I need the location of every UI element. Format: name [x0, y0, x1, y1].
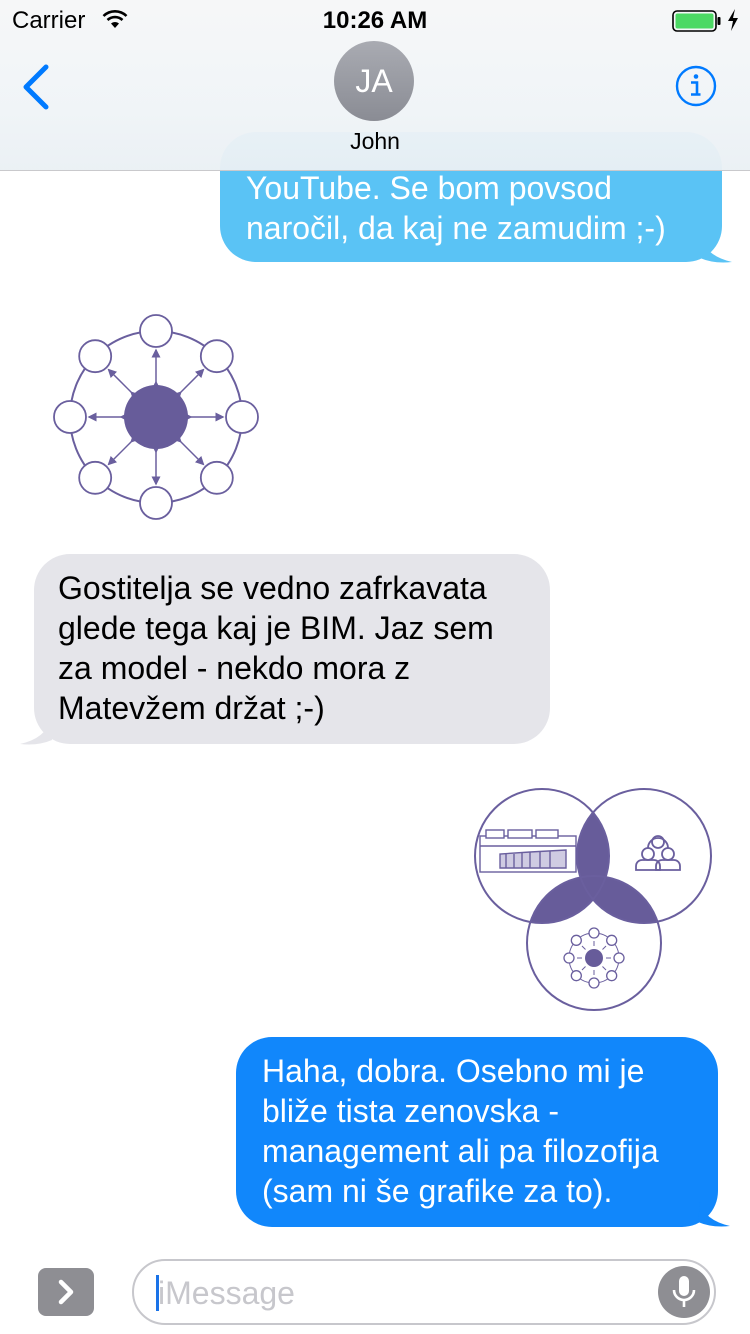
- network-node: [606, 970, 618, 982]
- bubble-tail: [20, 720, 52, 745]
- network-node: [199, 460, 234, 495]
- message-input-placeholder: iMessage: [158, 1275, 295, 1311]
- message-text: Gostitelja se vedno zafrkavata glede teg…: [58, 570, 494, 726]
- network-node: [570, 970, 582, 982]
- network-spoke: [107, 368, 140, 401]
- network-node: [53, 400, 87, 434]
- contact-avatar[interactable]: JA: [334, 41, 414, 121]
- message-text: YouTube. Se bom povsod naročil, da kaj n…: [246, 170, 666, 246]
- bubble-tail: [700, 238, 732, 263]
- mini-network-hub: [585, 949, 603, 967]
- network-node: [139, 486, 173, 520]
- network-node: [78, 339, 113, 374]
- outgoing-message-bubble[interactable]: Haha, dobra. Osebno mi je bliže tista ze…: [236, 1037, 718, 1227]
- network-spoke: [602, 966, 607, 971]
- network-node: [570, 934, 582, 946]
- people-icon: [635, 835, 681, 871]
- clock: 10:26 AM: [322, 7, 428, 34]
- chevron-right-icon: [58, 1279, 74, 1305]
- network-node: [139, 314, 173, 348]
- message-text: Haha, dobra. Osebno mi je bliže tista ze…: [262, 1053, 659, 1209]
- network-node: [199, 339, 234, 374]
- microphone-icon[interactable]: [652, 1260, 716, 1324]
- chevron-left-icon[interactable]: [20, 64, 50, 110]
- contact-name[interactable]: John: [0, 128, 750, 155]
- charging-bolt-icon: [728, 9, 738, 31]
- network-node: [225, 400, 259, 434]
- network-spoke: [172, 433, 205, 466]
- network-node: [78, 460, 113, 495]
- status-bar: Carrier 10:26 AM: [0, 0, 750, 40]
- network-hub: [124, 385, 188, 449]
- network-diagram-image[interactable]: [52, 314, 262, 520]
- message-thread[interactable]: YouTube. Se bom povsod naročil, da kaj n…: [0, 0, 750, 1250]
- venn-diagram-image[interactable]: [470, 784, 716, 1016]
- network-spoke: [172, 368, 205, 401]
- info-icon[interactable]: [674, 64, 718, 108]
- network-node: [563, 952, 575, 964]
- network-node: [606, 934, 618, 946]
- expand-apps-button[interactable]: [38, 1268, 94, 1316]
- avatar-initials: JA: [355, 63, 393, 99]
- battery-icon: [672, 10, 721, 32]
- compose-bar: iMessage: [0, 1250, 750, 1334]
- network-node: [588, 927, 600, 939]
- schedule-icon: [479, 829, 577, 873]
- bubble-tail: [698, 1202, 730, 1227]
- network-spoke: [602, 945, 607, 950]
- network-spoke: [107, 433, 140, 466]
- incoming-message-bubble[interactable]: Gostitelja se vedno zafrkavata glede teg…: [34, 554, 550, 744]
- network-node: [588, 977, 600, 989]
- mini-network-icon: [563, 927, 625, 989]
- message-input[interactable]: iMessage: [132, 1259, 716, 1325]
- network-spoke: [581, 966, 586, 971]
- network-node: [613, 952, 625, 964]
- network-spoke: [581, 945, 586, 950]
